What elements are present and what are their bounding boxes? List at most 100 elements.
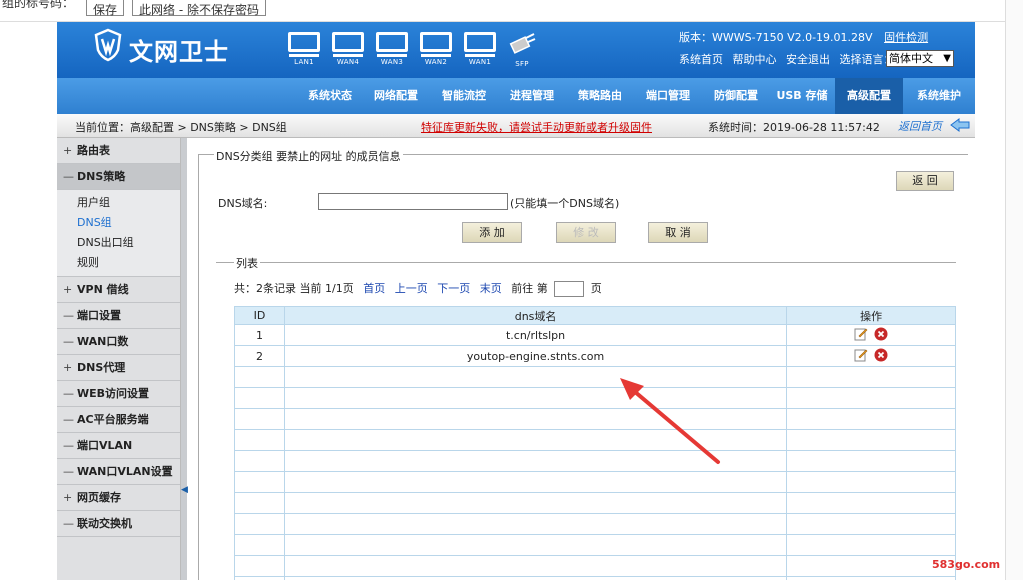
sidebar-sub-rules[interactable]: 规则 (77, 253, 180, 273)
empty-cell (786, 555, 956, 577)
back-button[interactable]: 返 回 (896, 171, 954, 191)
nav-network-config[interactable]: 网络配置 (363, 78, 429, 114)
cancel-button[interactable]: 取 消 (648, 222, 708, 243)
pager: 共：2条记录 当前 1/1页 首页 上一页 下一页 末页 前往 第 页 (234, 280, 602, 297)
pager-goto-label: 前往 第 (511, 282, 548, 295)
sidebar-sub-dns-exit-group[interactable]: DNS出口组 (77, 233, 180, 253)
port-lan1[interactable]: LAN1 (287, 32, 321, 66)
edit-icon[interactable] (854, 327, 868, 341)
table-row: 2 youtop-engine.stnts.com (234, 345, 956, 367)
empty-cell (283, 450, 788, 472)
empty-cell (234, 576, 285, 580)
table-row-empty (234, 513, 956, 535)
table-row-empty (234, 555, 956, 577)
sidebar-item-wan-count[interactable]: — WAN口数 (57, 329, 180, 355)
col-ops-header: 操作 (786, 306, 956, 325)
empty-cell (283, 387, 788, 409)
top-cut-text: 组的标号码： (2, 0, 75, 10)
sidebar-item-web-cache[interactable]: + 网页缓存 (57, 485, 180, 511)
dns-table: ID dns域名 操作 1 t.cn/rltslpn 2 youtop-engi… (234, 306, 956, 580)
nav-smart-flow[interactable]: 智能流控 (431, 78, 497, 114)
logout-link[interactable]: 安全退出 (786, 53, 830, 66)
row-id: 1 (234, 324, 285, 346)
sidebar-sub-dns-group[interactable]: DNS组 (77, 213, 180, 233)
header-links: 系统首页 帮助中心 安全退出 选择语言： (679, 51, 901, 67)
collapse-sidebar-icon[interactable]: ◀ (181, 485, 188, 495)
empty-cell (786, 471, 956, 493)
port-sfp[interactable]: SFP (505, 32, 539, 68)
logo-text: 文网卫士 (129, 38, 229, 66)
page-scrollbar[interactable] (1005, 0, 1023, 580)
delete-icon[interactable] (874, 348, 888, 362)
sidebar-sub-user-group[interactable]: 用户组 (77, 193, 180, 213)
pager-first-link[interactable]: 首页 (363, 282, 385, 295)
firmware-check-link[interactable]: 固件检测 (884, 31, 928, 44)
sidebar-divider (181, 138, 187, 580)
nav-system-maintenance[interactable]: 系统维护 (905, 78, 973, 114)
empty-cell (283, 555, 788, 577)
table-row-empty (234, 429, 956, 451)
row-domain: youtop-engine.stnts.com (283, 345, 788, 367)
nav-process-mgmt[interactable]: 进程管理 (499, 78, 565, 114)
nav-system-status[interactable]: 系统状态 (297, 78, 363, 114)
modify-button[interactable]: 修 改 (556, 222, 616, 243)
row-id: 2 (234, 345, 285, 367)
sidebar-item-dns-policy[interactable]: — DNS策略 (57, 164, 180, 190)
update-warning-link[interactable]: 特征库更新失败，请尝试手动更新或者升级固件 (421, 119, 652, 135)
add-button[interactable]: 添 加 (462, 222, 522, 243)
monitor-icon (376, 32, 408, 52)
dns-domain-input[interactable] (318, 193, 508, 210)
sidebar-item-linked-switch[interactable]: — 联动交换机 (57, 511, 180, 537)
nav-defense-config[interactable]: 防御配置 (703, 78, 769, 114)
pager-summary: 共：2条记录 当前 1/1页 (234, 282, 354, 295)
monitor-icon (464, 32, 496, 52)
sidebar-item-port-vlan[interactable]: — 端口VLAN (57, 433, 180, 459)
sidebar-item-port-settings[interactable]: — 端口设置 (57, 303, 180, 329)
page-number-input[interactable] (554, 281, 585, 297)
empty-cell (283, 576, 788, 580)
empty-cell (786, 429, 956, 451)
sidebar-item-ac-platform[interactable]: — AC平台服务端 (57, 407, 180, 433)
monitor-icon (288, 32, 320, 52)
port-wan4[interactable]: WAN4 (331, 32, 365, 66)
breadcrumb: 当前位置：高级配置 > DNS策略 > DNS组 (75, 121, 287, 134)
sidebar-item-web-access[interactable]: — WEB访问设置 (57, 381, 180, 407)
pager-prev-link[interactable]: 上一页 (395, 282, 428, 295)
sidebar-item-dns-proxy[interactable]: + DNS代理 (57, 355, 180, 381)
pager-next-link[interactable]: 下一页 (437, 282, 470, 295)
sidebar-item-wan-vlan[interactable]: — WAN口VLAN设置 (57, 459, 180, 485)
sidebar-item-routing-table[interactable]: + 路由表 (57, 138, 180, 164)
table-row-empty (234, 492, 956, 514)
empty-cell (786, 513, 956, 535)
pager-last-link[interactable]: 末页 (480, 282, 502, 295)
system-time: 系统时间：2019-06-28 11:57:42 (708, 121, 880, 134)
sidebar-item-vpn[interactable]: + VPN 借线 (57, 277, 180, 303)
nav-policy-routing[interactable]: 策略路由 (567, 78, 633, 114)
port-wan3[interactable]: WAN3 (375, 32, 409, 66)
list-divider (216, 262, 956, 263)
empty-cell (283, 492, 788, 514)
back-arrow-icon[interactable] (949, 117, 971, 133)
nav-port-mgmt[interactable]: 端口管理 (635, 78, 701, 114)
empty-cell (234, 534, 285, 556)
language-select[interactable]: 简体中文 ▼ (886, 50, 954, 67)
save-stub-button[interactable]: 保存 (86, 0, 125, 17)
table-row-empty (234, 366, 956, 388)
port-wan2[interactable]: WAN2 (419, 32, 453, 66)
col-id-header: ID (234, 306, 285, 325)
table-row-empty (234, 471, 956, 493)
help-link[interactable]: 帮助中心 (733, 53, 777, 66)
delete-icon[interactable] (874, 327, 888, 341)
nav-advanced-config[interactable]: 高级配置 (835, 78, 903, 114)
back-home-link[interactable]: 返回首页 (898, 118, 942, 134)
nav-usb-storage[interactable]: USB 存储 (769, 78, 835, 114)
header: 文网卫士 LAN1 WAN4 WAN3 WAN2 WAN1 SFP 版本：WWW… (57, 22, 975, 78)
empty-cell (786, 576, 956, 580)
no-save-stub-button[interactable]: 此网络 - 除不保存密码 (132, 0, 266, 17)
empty-cell (786, 534, 956, 556)
empty-cell (283, 408, 788, 430)
dns-domain-label: DNS域名: (218, 197, 268, 210)
port-wan1[interactable]: WAN1 (463, 32, 497, 66)
edit-icon[interactable] (854, 348, 868, 362)
home-link[interactable]: 系统首页 (679, 53, 723, 66)
